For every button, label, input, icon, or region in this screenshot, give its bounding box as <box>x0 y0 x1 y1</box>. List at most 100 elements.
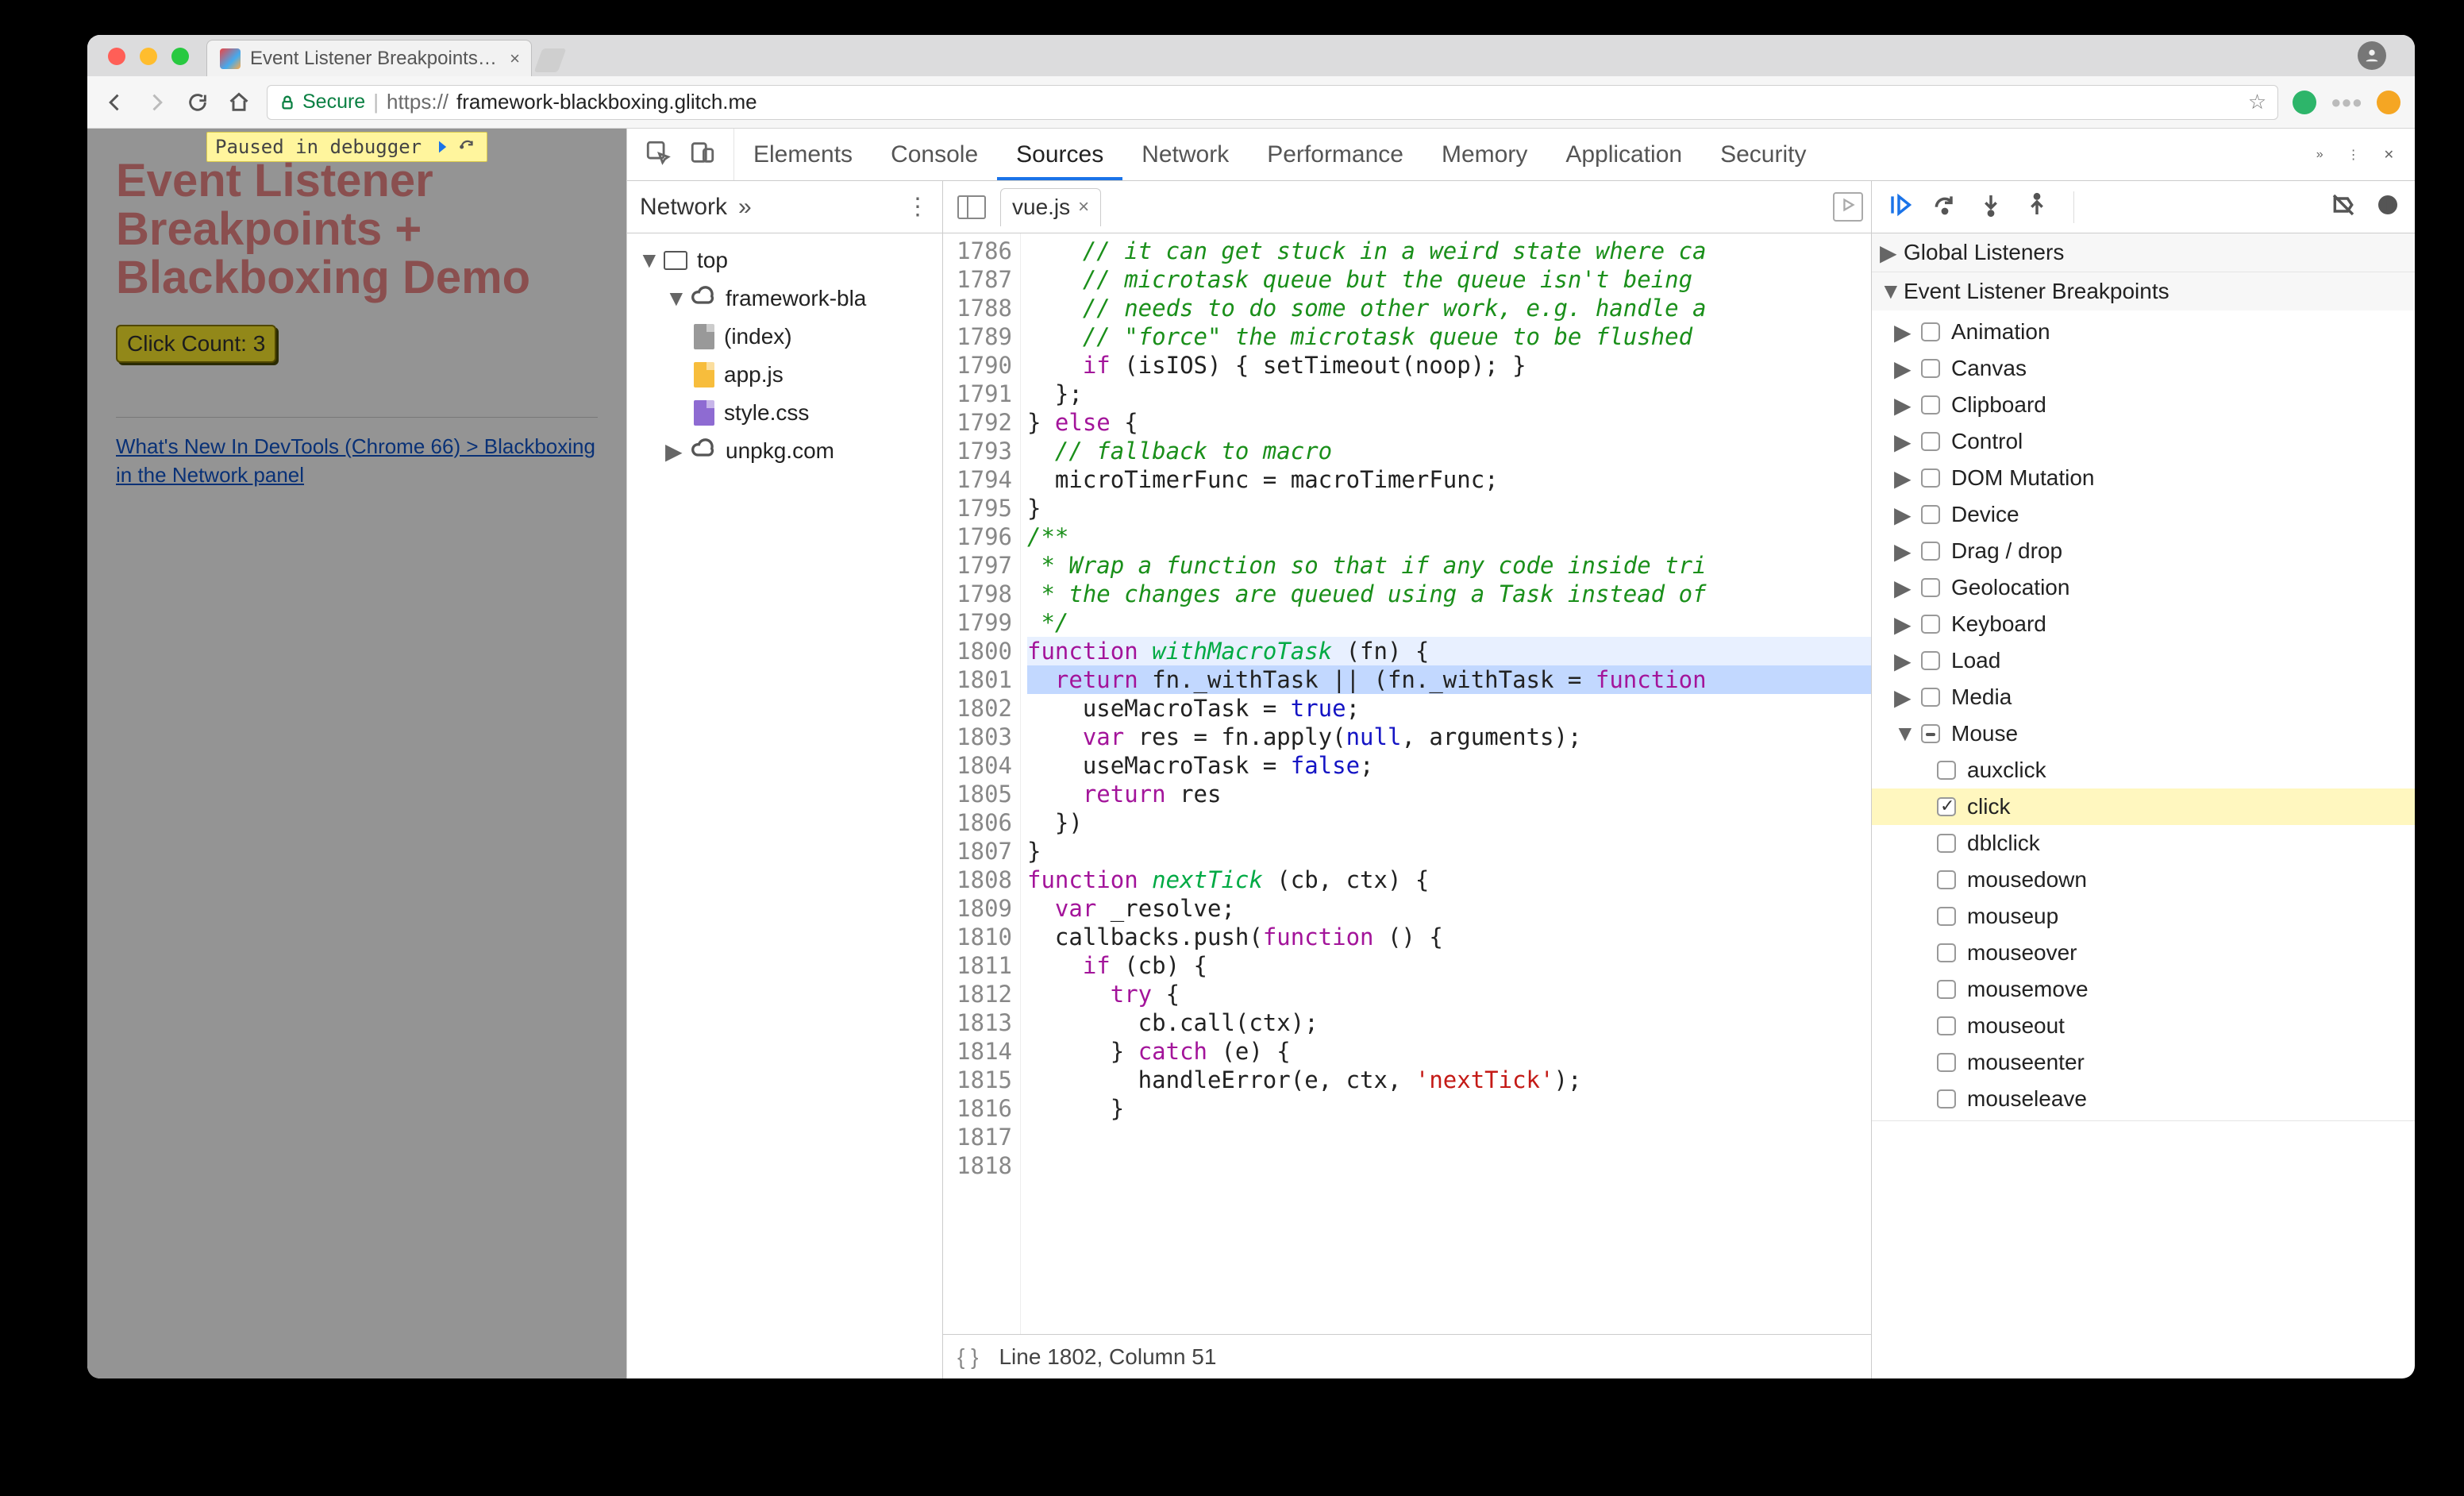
pretty-print-icon[interactable]: { } <box>957 1344 978 1370</box>
nav-back-button[interactable] <box>102 89 129 116</box>
evt-category-mouse[interactable]: ▼Mouse <box>1872 715 2415 752</box>
nav-forward-button[interactable] <box>143 89 170 116</box>
checkbox[interactable] <box>1921 688 1940 707</box>
devtools-tab-application[interactable]: Application <box>1546 129 1701 180</box>
checkbox[interactable] <box>1921 542 1940 561</box>
checkbox[interactable] <box>1921 724 1940 743</box>
devtools-tab-console[interactable]: Console <box>872 129 997 180</box>
checkbox[interactable] <box>1937 907 1956 926</box>
checkbox[interactable] <box>1921 615 1940 634</box>
overlay-resume-icon[interactable] <box>428 137 450 156</box>
tree-file-index[interactable]: (index) <box>632 318 936 356</box>
checkbox[interactable] <box>1937 834 1956 853</box>
new-tab-button[interactable] <box>532 44 568 76</box>
section-event-listener-breakpoints[interactable]: ▼Event Listener Breakpoints <box>1872 272 2415 310</box>
checkbox[interactable] <box>1921 578 1940 597</box>
deactivate-breakpoints-icon[interactable] <box>2331 192 2356 222</box>
extension-icon-2[interactable]: ●●● <box>2331 92 2362 113</box>
devtools-tab-memory[interactable]: Memory <box>1423 129 1546 180</box>
checkbox[interactable] <box>1937 797 1956 816</box>
minimize-window-button[interactable] <box>140 48 157 65</box>
step-into-button[interactable] <box>1978 192 2004 222</box>
evt-category-device[interactable]: ▶Device <box>1872 496 2415 533</box>
checkbox[interactable] <box>1937 870 1956 889</box>
run-snippet-icon[interactable] <box>1833 192 1863 222</box>
overlay-step-icon[interactable] <box>456 137 479 156</box>
tab-close-icon[interactable]: × <box>510 48 520 69</box>
checkbox[interactable] <box>1921 651 1940 670</box>
checkbox[interactable] <box>1937 761 1956 780</box>
devtools-close-icon[interactable]: ✕ <box>2384 147 2394 163</box>
devtools-tab-network[interactable]: Network <box>1122 129 1248 180</box>
checkbox[interactable] <box>1921 395 1940 414</box>
navigator-tab-network[interactable]: Network <box>640 194 727 221</box>
checkbox[interactable] <box>1937 943 1956 962</box>
file-tab-close-icon[interactable]: × <box>1078 196 1089 218</box>
evt-mouseover[interactable]: mouseover <box>1872 935 2415 971</box>
tree-domain[interactable]: ▼framework-bla <box>632 280 936 318</box>
devtools-more-tabs-icon[interactable]: » <box>2316 148 2323 162</box>
step-out-button[interactable] <box>2024 192 2050 222</box>
checkbox[interactable] <box>1921 468 1940 488</box>
tree-top[interactable]: ▼top <box>632 241 936 280</box>
evt-category-dom-mutation[interactable]: ▶DOM Mutation <box>1872 460 2415 496</box>
evt-category-clipboard[interactable]: ▶Clipboard <box>1872 387 2415 423</box>
checkbox[interactable] <box>1937 980 1956 999</box>
evt-dblclick[interactable]: dblclick <box>1872 825 2415 862</box>
tree-file-appjs[interactable]: app.js <box>632 356 936 394</box>
pause-on-exceptions-icon[interactable] <box>2375 192 2400 222</box>
resume-button[interactable] <box>1886 192 1912 222</box>
checkbox[interactable] <box>1937 1016 1956 1035</box>
profile-button[interactable] <box>2358 41 2386 70</box>
checkbox[interactable] <box>1921 432 1940 451</box>
evt-category-control[interactable]: ▶Control <box>1872 423 2415 460</box>
evt-category-geolocation[interactable]: ▶Geolocation <box>1872 569 2415 606</box>
close-window-button[interactable] <box>108 48 125 65</box>
evt-category-media[interactable]: ▶Media <box>1872 679 2415 715</box>
extension-icon-1[interactable] <box>2293 91 2316 114</box>
evt-category-keyboard[interactable]: ▶Keyboard <box>1872 606 2415 642</box>
bookmark-star-icon[interactable]: ☆ <box>2248 90 2266 114</box>
devtools-tab-sources[interactable]: Sources <box>997 129 1122 180</box>
step-over-button[interactable] <box>1932 192 1958 222</box>
file-tab-vuejs[interactable]: vue.js× <box>1000 188 1101 226</box>
device-toolbar-icon[interactable] <box>689 139 716 170</box>
zoom-window-button[interactable] <box>171 48 189 65</box>
toggle-navigator-icon[interactable] <box>957 195 986 219</box>
browser-tab[interactable]: Event Listener Breakpoints + B × <box>206 40 532 76</box>
line-gutter[interactable]: 1786178717881789179017911792179317941795… <box>943 233 1021 1334</box>
evt-mouseleave[interactable]: mouseleave <box>1872 1081 2415 1117</box>
secure-indicator[interactable]: Secure <box>279 91 365 114</box>
devtools-tab-performance[interactable]: Performance <box>1248 129 1423 180</box>
evt-category-canvas[interactable]: ▶Canvas <box>1872 350 2415 387</box>
evt-mouseup[interactable]: mouseup <box>1872 898 2415 935</box>
checkbox[interactable] <box>1937 1089 1956 1109</box>
inspect-element-icon[interactable] <box>645 139 672 170</box>
checkbox[interactable] <box>1921 359 1940 378</box>
evt-mousemove[interactable]: mousemove <box>1872 971 2415 1008</box>
evt-category-drag-drop[interactable]: ▶Drag / drop <box>1872 533 2415 569</box>
navigator-kebab-icon[interactable]: ⋮ <box>906 193 930 221</box>
evt-category-animation[interactable]: ▶Animation <box>1872 314 2415 350</box>
tree-cdn[interactable]: ▶unpkg.com <box>632 432 936 470</box>
reload-button[interactable] <box>184 89 211 116</box>
evt-category-load[interactable]: ▶Load <box>1872 642 2415 679</box>
evt-click[interactable]: click <box>1872 788 2415 825</box>
omnibox[interactable]: Secure | https://framework-blackboxing.g… <box>267 85 2278 120</box>
evt-mouseenter[interactable]: mouseenter <box>1872 1044 2415 1081</box>
extension-icon-3[interactable] <box>2377 91 2400 114</box>
checkbox[interactable] <box>1937 1053 1956 1072</box>
code-lines[interactable]: // it can get stuck in a weird state whe… <box>1021 233 1871 1334</box>
evt-auxclick[interactable]: auxclick <box>1872 752 2415 788</box>
home-button[interactable] <box>225 89 252 116</box>
checkbox[interactable] <box>1921 322 1940 341</box>
devtools-kebab-icon[interactable]: ⋮ <box>2347 147 2360 163</box>
tree-file-stylecss[interactable]: style.css <box>632 394 936 432</box>
devtools-tab-security[interactable]: Security <box>1701 129 1825 180</box>
navigator-more-icon[interactable]: » <box>738 194 752 221</box>
checkbox[interactable] <box>1921 505 1940 524</box>
evt-mousedown[interactable]: mousedown <box>1872 862 2415 898</box>
evt-mouseout[interactable]: mouseout <box>1872 1008 2415 1044</box>
section-global-listeners[interactable]: ▶Global Listeners <box>1872 233 2415 272</box>
devtools-tab-elements[interactable]: Elements <box>734 129 872 180</box>
